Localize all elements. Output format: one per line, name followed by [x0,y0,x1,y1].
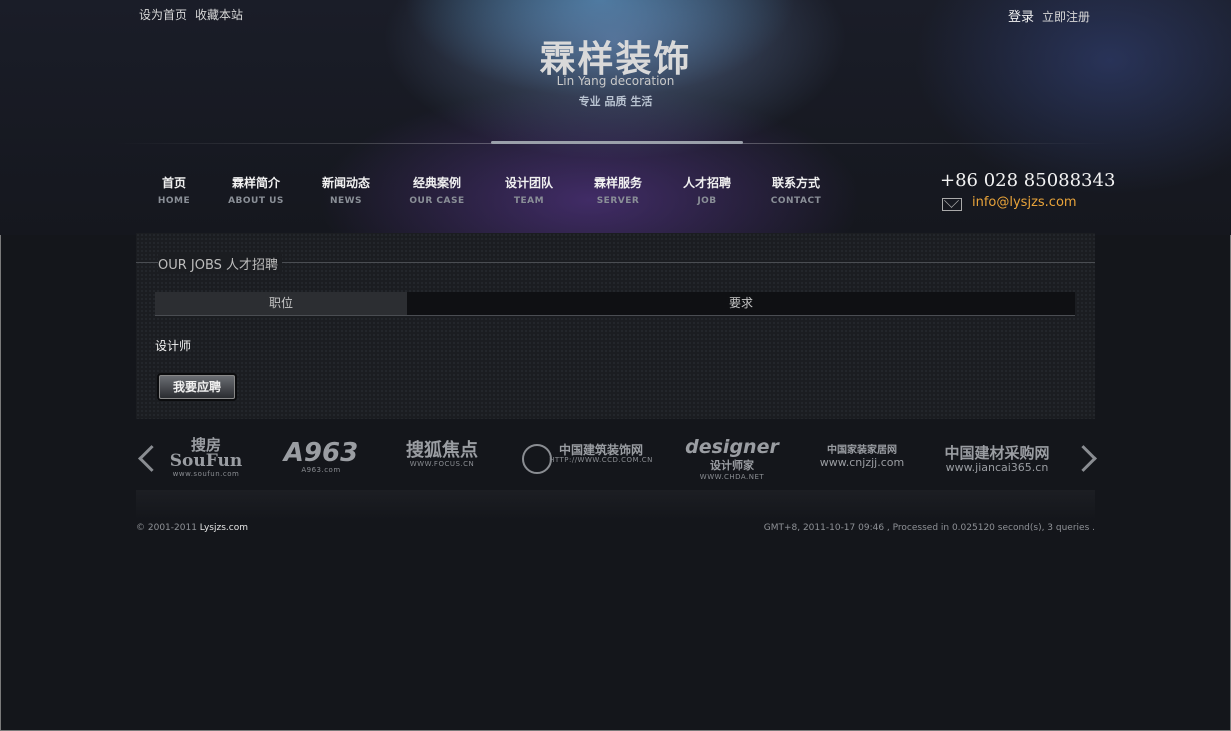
login-link[interactable]: 登录 [1008,10,1034,25]
partner-url: HTTP://WWW.CCD.COM.CN [549,456,653,464]
top-links-right: 登录 立即注册 [1008,6,1098,25]
footer-status: GMT+8, 2011-10-17 09:46 , Processed in 0… [763,523,1095,533]
top-links-left: 设为首页 收藏本站 [139,6,251,23]
ccd-emblem-icon [522,444,552,474]
partner-url: www.cnjzjj.com [819,456,905,469]
partner-url: www.jiancai365.cn [945,461,1049,474]
nav-label: 人才招聘 [682,176,731,190]
copyright-text: © 2001-2011 [136,523,197,533]
bookmark-link[interactable]: 收藏本站 [195,8,243,22]
partner-name: 中国家装家居网 [827,445,897,456]
job-item-designer[interactable]: 设计师 [155,337,191,354]
partner-url: WWW.CHDA.NET [699,473,765,481]
partner-name: 中国建材采购网 [944,444,1050,462]
partner-logo-ccd[interactable]: 中国建筑装饰网 HTTP://WWW.CCD.COM.CN [518,443,654,474]
partner-name: 搜狐焦点 [406,440,478,461]
nav-item-case[interactable]: 经典案例 OUR CASE [402,174,472,206]
partner-logo-focus[interactable]: 搜狐焦点 WWW.FOCUS.CN [394,440,490,469]
footer-band [136,490,1095,520]
partner-name: 中国建筑装饰网 [558,443,643,457]
nav-item-team[interactable]: 设计团队 TEAM [494,174,564,206]
nav-sublabel: TEAM [513,196,545,206]
nav-item-about[interactable]: 霖样简介 ABOUT US [221,174,291,206]
logo-subtitle: Lin Yang decoration [556,74,675,88]
nav-label: 霖样服务 [593,176,642,190]
nav-sublabel: ABOUT US [228,196,284,206]
partner-name: A963 [283,438,359,468]
partner-sub: SouFun [169,451,243,471]
partner-logo-designer[interactable]: designer 设计师家 WWW.CHDA.NET [680,436,784,482]
footer-copyright: © 2001-2011 Lysjzs.com [136,523,248,533]
logo-slogan: 专业 品质 生活 [578,95,653,108]
nav-label: 首页 [161,176,186,190]
partner-logo-soufun[interactable]: 搜房 SouFun www.soufun.com [168,438,244,479]
table-header-requirement: 要求 [407,292,1075,316]
nav-label: 设计团队 [504,176,553,190]
partner-logo-a963[interactable]: A963 A963.com [272,440,370,474]
nav-label: 霖样简介 [231,176,280,190]
nav-item-news[interactable]: 新闻动态 NEWS [311,174,381,206]
nav-sublabel: SERVER [596,196,640,206]
partner-logo-cnjzjj[interactable]: 中国家装家居网 www.cnjzjj.com [810,445,914,470]
nav-label: 经典案例 [412,176,461,190]
partner-logo-jiancai365[interactable]: 中国建材采购网 www.jiancai365.cn [938,444,1056,475]
partner-url: www.soufun.com [172,470,240,478]
nav-item-home[interactable]: 首页 HOME [144,174,204,206]
contact-phone: +86 028 85088343 [940,170,1116,191]
mail-icon [942,198,962,211]
nav-sublabel: JOB [697,196,717,206]
nav-label: 联系方式 [771,176,820,190]
table-header-position: 职位 [155,292,407,316]
nav-sublabel: NEWS [329,196,363,206]
jobs-title: OUR JOBS 人才招聘 [158,254,283,273]
register-link[interactable]: 立即注册 [1042,10,1090,24]
header-divider-highlight [491,141,743,144]
nav-sublabel: HOME [157,196,191,206]
nav-label: 新闻动态 [321,176,370,190]
nav-item-job[interactable]: 人才招聘 JOB [672,174,742,206]
footer-site-link[interactable]: Lysjzs.com [200,523,248,533]
partner-name: designer [685,436,779,458]
nav-sublabel: CONTACT [770,196,822,206]
set-home-link[interactable]: 设为首页 [139,8,187,22]
nav-sublabel: OUR CASE [409,196,465,206]
nav-item-contact[interactable]: 联系方式 CONTACT [761,174,831,206]
contact-email-link[interactable]: info@lysjzs.com [972,195,1077,210]
partner-url: WWW.FOCUS.CN [409,460,475,468]
apply-button[interactable]: 我要应聘 [159,375,235,399]
partner-sub: 设计师家 [710,459,754,472]
nav-item-service[interactable]: 霖样服务 SERVER [583,174,653,206]
